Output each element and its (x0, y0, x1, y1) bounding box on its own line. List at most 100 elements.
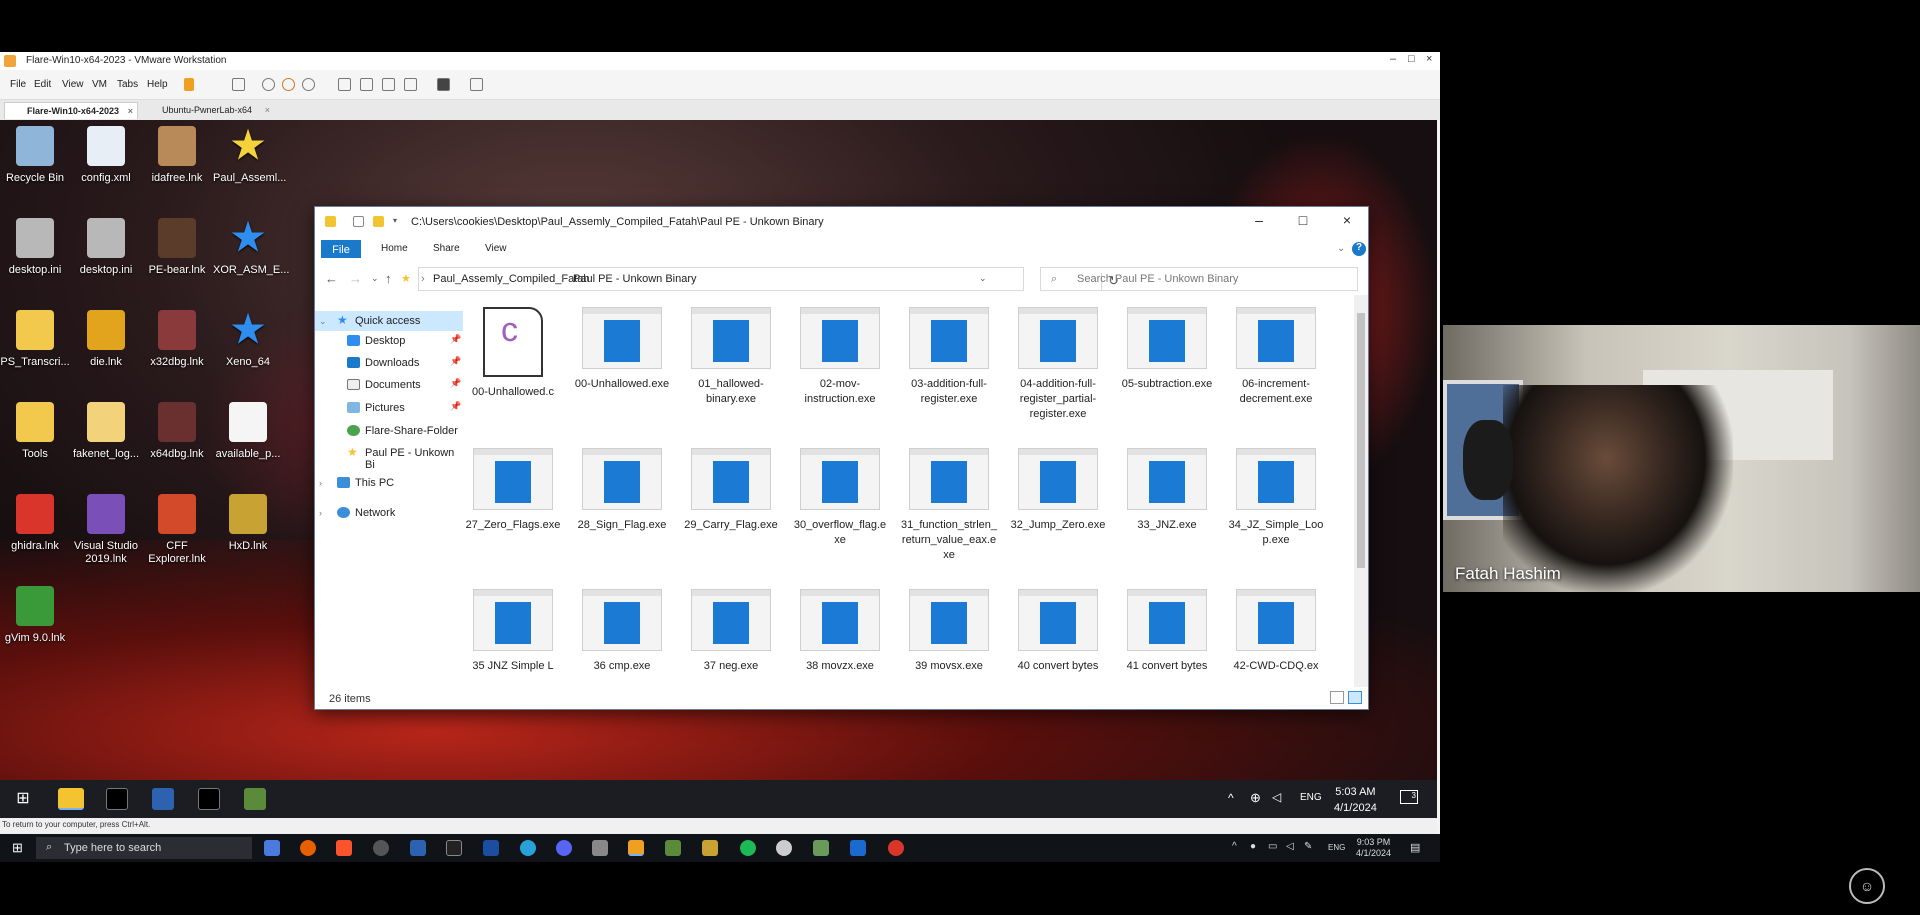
nav-pictures[interactable]: Pictures 📌 (315, 398, 463, 418)
ribbon-tab-home[interactable]: Home (381, 243, 408, 254)
network-icon[interactable]: ▭ (1268, 841, 1277, 852)
file-item[interactable]: c 00-Unhallowed.c (465, 307, 561, 400)
desktop-icon-item[interactable]: gVim 9.0.lnk (0, 586, 70, 645)
recent-locations-icon[interactable]: ⌄ (371, 273, 379, 284)
expand-chevron-icon[interactable]: › (319, 478, 322, 488)
obs-icon[interactable] (373, 840, 389, 856)
send-keys-icon[interactable] (232, 78, 245, 91)
chevron-up-icon[interactable]: ^ (1228, 791, 1234, 805)
desktop-icon-item[interactable]: Tools (0, 402, 70, 461)
cmd-icon[interactable] (198, 788, 220, 810)
desktop-icon-item[interactable]: desktop.ini (71, 218, 141, 277)
host-search-input[interactable]: ⌕ Type here to search (36, 837, 252, 859)
editor-app-icon[interactable] (813, 840, 829, 856)
desktop-icon-item[interactable]: x64dbg.lnk (142, 402, 212, 461)
expand-chevron-icon[interactable]: ⌄ (319, 316, 327, 327)
guest-clock[interactable]: 5:03 AM 4/1/2024 (1334, 784, 1377, 816)
start-icon[interactable]: ⊞ (12, 840, 23, 856)
snapshot-icon[interactable] (262, 78, 275, 91)
menu-tabs[interactable]: Tabs (117, 79, 138, 90)
notification-icon[interactable]: 3 (1400, 790, 1418, 804)
file-item[interactable]: 28_Sign_Flag.exe (574, 448, 670, 533)
maximize-button[interactable]: □ (1408, 53, 1415, 65)
file-item[interactable]: 42-CWD-CDQ.ex (1228, 589, 1324, 674)
desktop-icon-item[interactable]: CFF Explorer.lnk (142, 494, 212, 566)
file-item[interactable]: 06-increment-decrement.exe (1228, 307, 1324, 407)
tab-ubuntu-pwnerlab[interactable]: Ubuntu-PwnerLab-x64 × (140, 102, 274, 119)
host-clock[interactable]: 9:03 PM 4/1/2024 (1356, 837, 1391, 859)
file-item[interactable]: 38 movzx.exe (792, 589, 888, 674)
details-view-icon[interactable] (1330, 691, 1344, 704)
minimize-button[interactable]: – (1390, 53, 1396, 65)
recorder-icon[interactable] (888, 840, 904, 856)
firefox-icon[interactable] (300, 840, 316, 856)
address-bar[interactable]: › Paul_Assemly_Compiled_Fatah › Paul PE … (418, 267, 1119, 291)
pen-icon[interactable]: ✎ (1304, 841, 1312, 852)
address-dropdown-icon[interactable]: ⌄ (979, 273, 987, 284)
desktop-icon-item[interactable]: available_p... (213, 402, 283, 461)
show-library-icon[interactable] (338, 78, 351, 91)
ribbon-tab-view[interactable]: View (485, 243, 507, 254)
maximize-button[interactable]: □ (1293, 212, 1313, 228)
file-item[interactable]: 33_JNZ.exe (1119, 448, 1215, 533)
language-indicator[interactable]: ENG (1328, 843, 1345, 852)
volume-icon[interactable]: ◁ (1286, 841, 1294, 852)
file-explorer-icon[interactable] (58, 788, 84, 810)
desktop-icon-item[interactable]: ghidra.lnk (0, 494, 70, 553)
terminal-icon[interactable] (106, 788, 128, 810)
menu-file[interactable]: File (10, 79, 26, 90)
desktop-icon-item[interactable]: config.xml (71, 126, 141, 185)
breadcrumb-item[interactable]: Paul_Assemly_Compiled_Fatah (433, 273, 590, 285)
menu-view[interactable]: View (62, 79, 84, 90)
f-app-icon[interactable] (850, 840, 866, 856)
search-input[interactable]: ⌕ Search Paul PE - Unkown Binary (1040, 267, 1358, 291)
cube-app-icon[interactable] (592, 840, 608, 856)
scrollbar-thumb[interactable] (1357, 313, 1365, 568)
chevron-down-icon[interactable]: ▾ (393, 216, 404, 227)
up-icon[interactable]: ↑ (385, 271, 392, 286)
file-item[interactable]: 03-addition-full-register.exe (901, 307, 997, 407)
telegram-icon[interactable] (520, 840, 536, 856)
close-icon[interactable]: × (128, 106, 133, 116)
desktop-icon-item[interactable]: HxD.lnk (213, 494, 283, 553)
desktop-icon-item[interactable]: ★ XOR_ASM_E... (213, 218, 289, 277)
revert-snapshot-icon[interactable] (282, 78, 295, 91)
expand-ribbon-icon[interactable]: ⌄ (1337, 243, 1345, 254)
ribbon-tab-file[interactable]: File (321, 240, 361, 258)
nav-downloads[interactable]: Downloads 📌 (315, 353, 463, 373)
file-item[interactable]: 05-subtraction.exe (1119, 307, 1215, 392)
snapshot-manager-icon[interactable] (302, 78, 315, 91)
file-item[interactable]: 36 cmp.exe (574, 589, 670, 674)
file-item[interactable]: 31_function_strlen_return_value_eax.exe (901, 448, 997, 563)
forward-icon[interactable]: → (349, 271, 362, 286)
ribbon-tab-share[interactable]: Share (433, 243, 460, 254)
menu-edit[interactable]: Edit (34, 79, 51, 90)
desktop-icon-item[interactable]: PS_Transcri... (0, 310, 70, 369)
desktop-icon-item[interactable]: Visual Studio 2019.lnk (71, 494, 141, 566)
crown-app-icon[interactable] (702, 840, 718, 856)
back-icon[interactable]: ← (325, 271, 338, 286)
new-folder-icon[interactable] (373, 216, 384, 227)
menu-help[interactable]: Help (147, 79, 168, 90)
nav-this-pc[interactable]: › This PC (315, 473, 463, 493)
file-item[interactable]: 30_overflow_flag.exe (792, 448, 888, 548)
desktop-icon-item[interactable]: fakenet_log... (71, 402, 141, 461)
network-globe-icon[interactable]: ⊕ (1250, 790, 1261, 806)
notification-icon[interactable]: ▤ (1410, 841, 1420, 854)
vertical-scrollbar[interactable] (1354, 295, 1368, 687)
file-item[interactable]: 34_JZ_Simple_Loop.exe (1228, 448, 1324, 548)
nav-desktop[interactable]: Desktop 📌 (315, 331, 463, 351)
file-item[interactable]: 39 movsx.exe (901, 589, 997, 674)
desktop-icon-item[interactable]: PE-bear.lnk (142, 218, 212, 277)
expand-chevron-icon[interactable]: › (319, 508, 322, 518)
desktop-icon-item[interactable]: die.lnk (71, 310, 141, 369)
volume-icon[interactable]: ◁ (1272, 790, 1281, 804)
desktop-icon-item[interactable]: desktop.ini (0, 218, 70, 277)
file-item[interactable]: 27_Zero_Flags.exe (465, 448, 561, 533)
help-icon[interactable]: ? (1352, 242, 1366, 256)
virtualbox-icon[interactable] (483, 840, 499, 856)
file-item[interactable]: 04-addition-full-register_partial-regist… (1010, 307, 1106, 422)
file-item[interactable]: 29_Carry_Flag.exe (683, 448, 779, 533)
nav-flare-share-folder[interactable]: Flare-Share-Folder (315, 421, 463, 441)
discord-icon[interactable] (556, 840, 572, 856)
